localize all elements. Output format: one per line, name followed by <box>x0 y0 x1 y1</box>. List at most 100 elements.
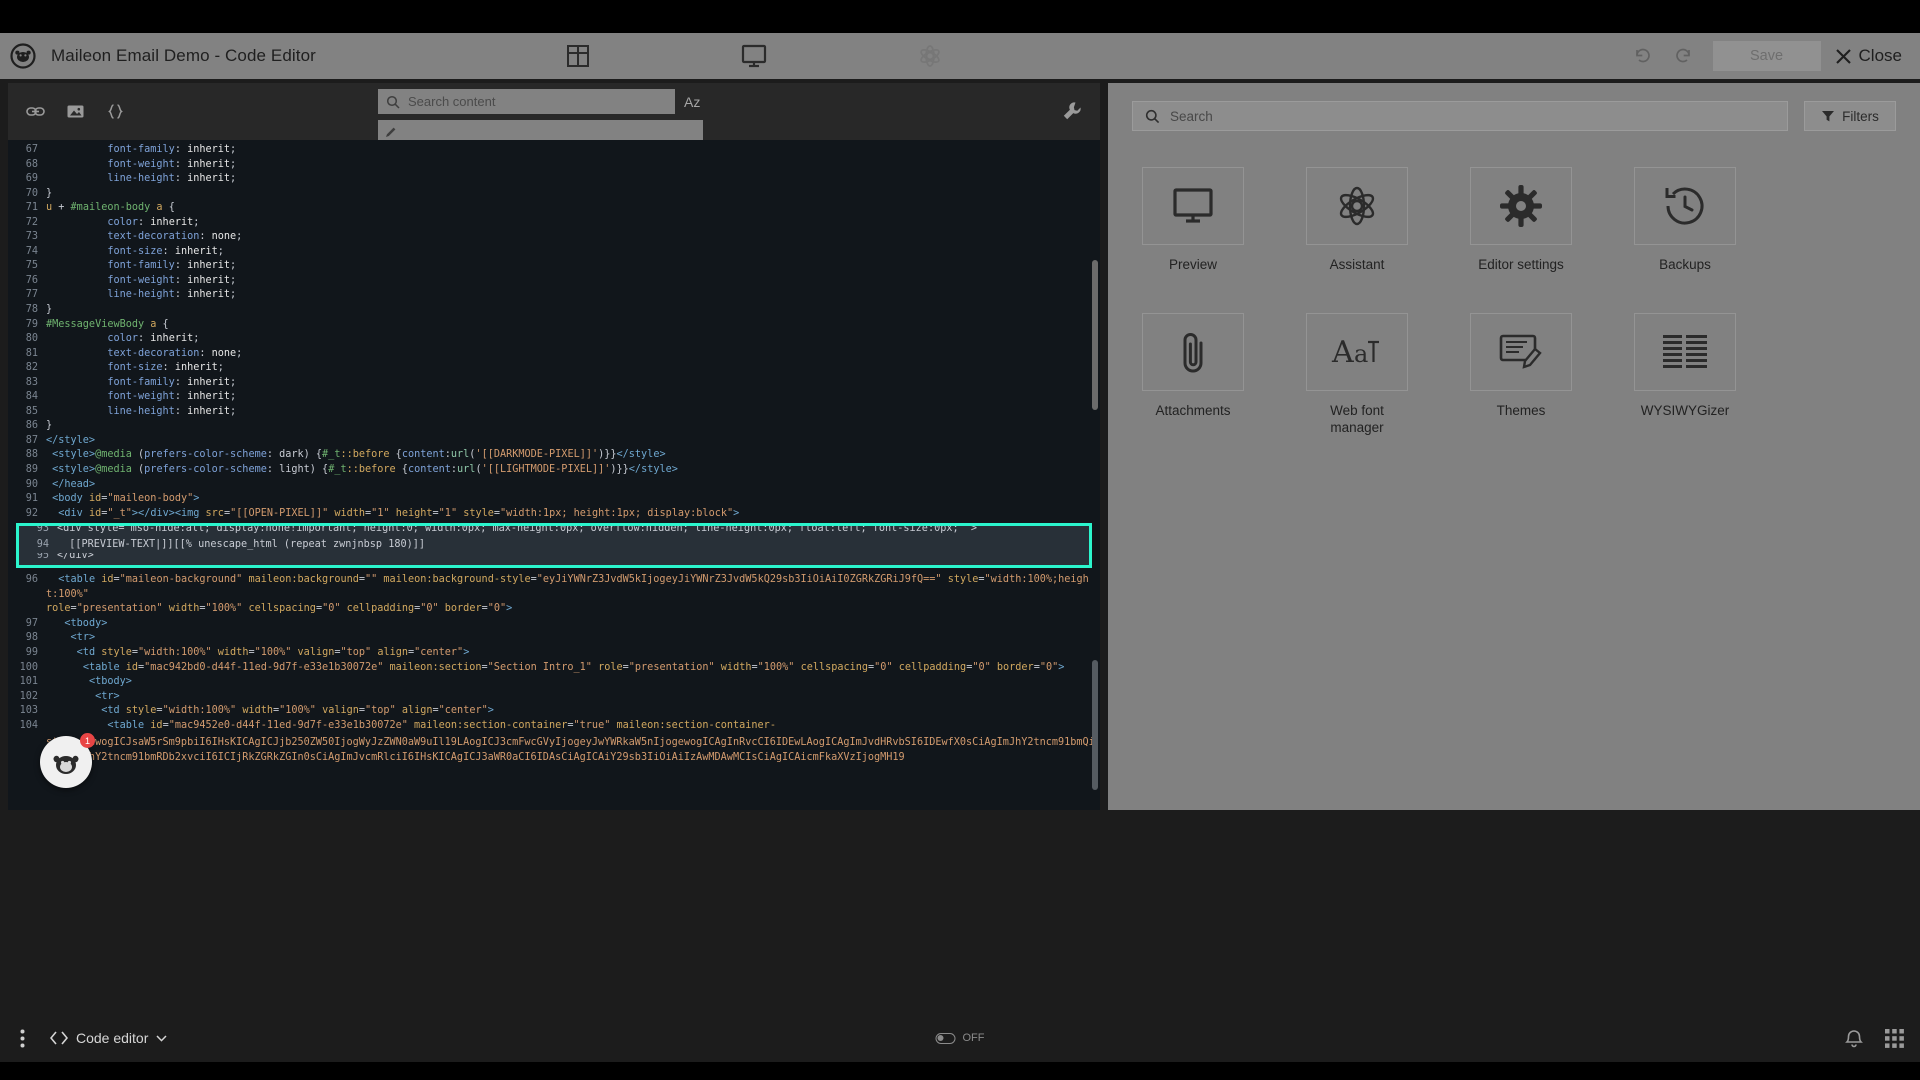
tool-card-label: Attachments <box>1155 403 1231 418</box>
line-text: </head> <box>52 478 96 490</box>
pencil-edit-icon <box>386 127 396 137</box>
panel-search-bar: Filters <box>1108 83 1920 131</box>
line-number: 93 <box>36 526 49 534</box>
tool-cards-grid: Preview Assistant Editor settings Backup… <box>1108 131 1920 436</box>
tool-card-wysiwygizer[interactable]: WYSIWYGizer <box>1634 313 1736 436</box>
tool-card-themes[interactable]: Themes <box>1470 313 1572 436</box>
code-line: 67 font-family: inherit; <box>8 143 1100 158</box>
tool-card-editor-settings[interactable]: Editor settings <box>1470 167 1572 273</box>
line-text: font-family: inherit; <box>107 376 237 388</box>
vertical-dots-menu-icon[interactable] <box>0 1029 44 1048</box>
line-text: <tr> <box>70 632 96 644</box>
filters-button[interactable]: Filters <box>1804 101 1896 131</box>
replace-input[interactable] <box>405 124 685 140</box>
code-line: role="presentation" width="100%" cellspa… <box>8 602 1100 617</box>
code-editor-app: Maileon Email Demo - Code Editor Save Cl… <box>0 0 1920 1080</box>
line-number: 98 <box>25 632 38 644</box>
tool-card-backups[interactable]: Backups <box>1634 167 1736 273</box>
code-line: 71 u + #maileon-body a { <box>8 201 1100 216</box>
tool-card-label: Assistant <box>1329 257 1385 272</box>
search-input-wrapper[interactable] <box>378 89 675 114</box>
line-number: 69 <box>25 173 38 185</box>
apps-grid-icon[interactable] <box>1885 1028 1904 1048</box>
close-button[interactable]: Close <box>1835 46 1908 66</box>
code-line: 68 font-weight: inherit; <box>8 158 1100 173</box>
highlighted-code-block[interactable]: 93 <div style="mso-hide:all; display:non… <box>16 523 1092 568</box>
code-lines-after: 96 <table id="maileon-background" maileo… <box>8 570 1100 733</box>
font-aa-icon: A a <box>1306 313 1408 391</box>
editor-insert-tools <box>20 97 130 127</box>
highlight-partial-line: 95 </div> <box>19 553 1089 565</box>
link-icon[interactable] <box>20 97 50 127</box>
toggle-off-icon[interactable] <box>935 1032 956 1044</box>
code-line: 99 <td style="width:100%" width="100%" v… <box>8 646 1100 661</box>
gear-editor-settings-icon <box>1470 167 1572 245</box>
line-number: 74 <box>25 245 38 257</box>
save-button[interactable]: Save <box>1712 41 1821 71</box>
bell-notifications-icon[interactable] <box>1845 1029 1863 1048</box>
tool-card-assistant[interactable]: Assistant <box>1306 167 1408 273</box>
code-line: 78} <box>8 303 1100 318</box>
line-number: 100 <box>19 661 38 673</box>
image-icon[interactable] <box>60 97 90 127</box>
editor-vertical-scrollbar-top[interactable] <box>1092 260 1098 410</box>
monitor-preview-icon <box>1142 167 1244 245</box>
app-header: Maileon Email Demo - Code Editor Save Cl… <box>0 33 1920 79</box>
code-content-area[interactable]: 67 font-family: inherit; 68 font-weight: … <box>8 140 1100 810</box>
line-number: 85 <box>25 405 38 417</box>
curly-braces-icon[interactable] <box>100 97 130 127</box>
search-icon <box>386 95 400 109</box>
line-number: 87 <box>25 434 38 446</box>
line-text: text-decoration: none; <box>107 347 243 359</box>
line-number: 76 <box>25 274 38 286</box>
tool-card-preview[interactable]: Preview <box>1142 167 1244 273</box>
line-text: <div id="_t"></div><img src="[[OPEN-PIXE… <box>58 507 740 519</box>
preview-toggle[interactable]: OFF <box>935 1032 985 1044</box>
line-text: <tr> <box>95 690 120 702</box>
line-number: 67 <box>25 144 38 155</box>
tool-card-label: WYSIWYGizer <box>1640 403 1730 418</box>
filter-funnel-icon <box>1822 111 1835 122</box>
line-number: 88 <box>25 449 38 461</box>
line-number: 104 <box>19 719 38 731</box>
code-line: 104 <table id="mac9452e0-d44f-11ed-9d7f-… <box>8 719 1100 734</box>
wrench-tools-icon[interactable] <box>1058 97 1086 125</box>
themes-brush-icon <box>1470 313 1572 391</box>
panel-search-wrapper[interactable] <box>1132 101 1788 131</box>
status-bar: Code editor OFF <box>0 1014 1920 1062</box>
gear-settings-icon[interactable] <box>912 38 948 74</box>
filters-label: Filters <box>1842 108 1879 124</box>
line-number: 103 <box>19 705 38 717</box>
redo-icon[interactable] <box>1663 36 1703 76</box>
desktop-preview-icon[interactable] <box>736 38 772 74</box>
tool-card-label: Preview <box>1168 257 1217 272</box>
code-line: 91 <body id="maileon-body"> <box>8 492 1100 507</box>
tool-card-web-font-manager[interactable]: A a Web font manager <box>1306 313 1408 436</box>
bottom-black-strip <box>0 1062 1920 1080</box>
editor-vertical-scrollbar[interactable] <box>1092 660 1098 790</box>
line-text: <table id="mac942bd0-d44f-11ed-9d7f-e33e… <box>82 661 1065 673</box>
editor-search-group: Az <box>378 89 703 144</box>
tool-card-attachments[interactable]: Attachments <box>1142 313 1244 436</box>
line-text: u + #maileon-body a { <box>46 202 175 214</box>
code-line: 80 color: inherit; <box>8 332 1100 347</box>
search-input[interactable] <box>408 94 648 109</box>
line-text: </style> <box>46 434 96 446</box>
mode-selector[interactable]: Code editor <box>50 1030 167 1046</box>
assistant-gorilla-button[interactable]: 1 <box>40 733 95 788</box>
line-text: line-height: inherit; <box>107 405 237 417</box>
layout-blocks-icon[interactable] <box>560 38 596 74</box>
code-brackets-icon <box>50 1031 68 1045</box>
undo-icon[interactable] <box>1623 36 1663 76</box>
line-text: role="presentation" width="100%" cellspa… <box>46 603 513 615</box>
panel-search-input[interactable] <box>1170 108 1723 124</box>
line-number: 91 <box>25 493 38 505</box>
code-line: 72 color: inherit; <box>8 216 1100 231</box>
header-right-actions: Save Close <box>1623 33 1908 79</box>
match-case-toggle[interactable]: Az <box>684 94 700 110</box>
close-label: Close <box>1858 46 1902 65</box>
line-text: <td style="width:100%" width="100%" vali… <box>76 646 470 658</box>
line-number: 82 <box>25 362 38 374</box>
tool-card-label: Web font manager <box>1330 403 1384 435</box>
line-number: 94 <box>36 539 49 550</box>
